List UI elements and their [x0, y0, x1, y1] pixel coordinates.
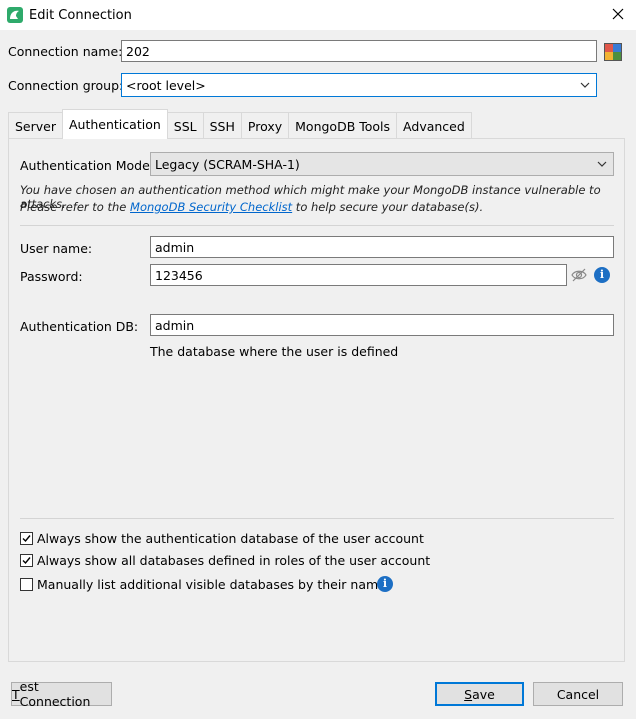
test-connection-button[interactable]: Test Connection [11, 679, 112, 709]
color-picker-icon[interactable] [604, 43, 622, 61]
connection-group-select[interactable]: <root level> [121, 73, 597, 97]
button-label: ave [472, 686, 495, 702]
auth-mode-value: Legacy (SCRAM-SHA-1) [155, 156, 300, 172]
tab-server[interactable]: Server [8, 112, 63, 139]
chevron-down-icon [597, 161, 607, 167]
mnemonic: T [12, 686, 20, 702]
warning-text: to help secure your database(s). [292, 200, 484, 214]
auth-db-hint: The database where the user is defined [150, 344, 399, 359]
title-bar: Edit Connection [0, 0, 636, 30]
connection-group-value: <root level> [126, 77, 206, 93]
button-label: est Connection [19, 679, 91, 709]
warning-text: Please refer to the [20, 200, 131, 214]
auth-db-label: Authentication DB: [20, 319, 139, 334]
cancel-button[interactable]: Cancel [533, 682, 623, 706]
close-button[interactable] [608, 4, 628, 24]
checkbox-label: Always show all databases defined in rol… [37, 553, 431, 568]
app-icon [7, 7, 23, 23]
checkbox-label: Always show the authentication database … [37, 531, 424, 546]
connection-name-input[interactable] [121, 40, 597, 62]
close-icon [612, 8, 624, 20]
authentication-panel: Authentication Mode: Legacy (SCRAM-SHA-1… [8, 138, 625, 662]
tab-ssh[interactable]: SSH [202, 112, 242, 139]
auth-db-input[interactable] [150, 314, 614, 336]
checkbox-unchecked[interactable] [20, 578, 33, 591]
tab-bar: Server Authentication SSL SSH Proxy Mong… [8, 109, 472, 139]
tab-mongodb-tools[interactable]: MongoDB Tools [288, 112, 398, 139]
checkbox-checked[interactable] [20, 532, 33, 545]
checkmark-icon [22, 535, 31, 543]
tab-authentication[interactable]: Authentication [62, 109, 168, 139]
tab-advanced[interactable]: Advanced [396, 112, 472, 139]
username-input[interactable] [150, 236, 614, 258]
connection-name-label: Connection name: [8, 44, 123, 59]
eye-slash-icon[interactable] [570, 266, 588, 284]
connection-group-label: Connection group: [8, 78, 124, 93]
auth-mode-label: Authentication Mode: [20, 158, 155, 173]
tab-ssl[interactable]: SSL [166, 112, 204, 139]
window-title: Edit Connection [29, 7, 132, 23]
username-label: User name: [20, 241, 93, 256]
password-label: Password: [20, 269, 83, 284]
divider [20, 225, 614, 226]
option-show-role-dbs[interactable]: Always show all databases defined in rol… [20, 553, 430, 568]
option-show-auth-db[interactable]: Always show the authentication database … [20, 531, 424, 546]
security-checklist-link[interactable]: MongoDB Security Checklist [130, 200, 292, 214]
password-input[interactable] [150, 264, 567, 286]
checkmark-icon [22, 557, 31, 565]
info-icon[interactable]: i [594, 267, 610, 283]
divider [20, 518, 614, 519]
tab-proxy[interactable]: Proxy [240, 112, 290, 139]
chevron-down-icon [580, 82, 590, 88]
checkbox-label: Manually list additional visible databas… [37, 577, 393, 592]
info-icon[interactable]: i [377, 576, 393, 592]
save-button[interactable]: Save [435, 682, 524, 706]
auth-mode-select[interactable]: Legacy (SCRAM-SHA-1) [150, 152, 614, 176]
checkbox-checked[interactable] [20, 554, 33, 567]
mnemonic: S [464, 686, 473, 702]
option-manual-dbs[interactable]: Manually list additional visible databas… [20, 577, 392, 592]
security-warning-line2: Please refer to the MongoDB Security Che… [20, 200, 483, 214]
